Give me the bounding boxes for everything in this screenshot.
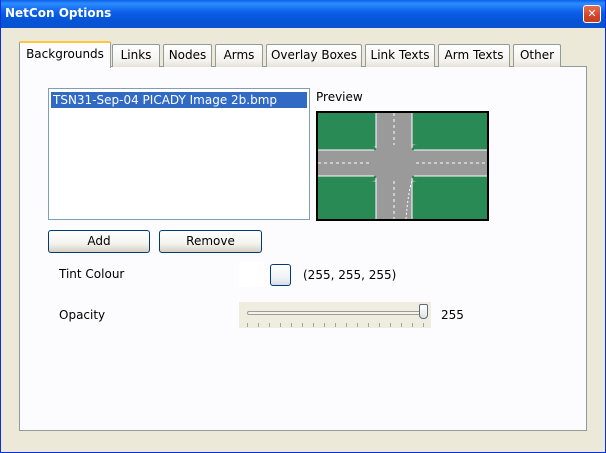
close-icon: ✕ xyxy=(587,7,597,20)
slider-tick xyxy=(379,323,380,327)
list-item[interactable]: TSN31-Sep-04 PICADY Image 2b.bmp xyxy=(51,92,307,108)
slider-tick xyxy=(313,323,314,327)
opacity-value: 255 xyxy=(441,308,464,322)
tab-label: Links xyxy=(120,48,152,62)
tab-nodes[interactable]: Nodes xyxy=(163,44,212,67)
slider-tick xyxy=(401,323,402,327)
tab-arm-texts[interactable]: Arm Texts xyxy=(438,44,510,67)
slider-tick xyxy=(335,323,336,327)
tint-colour-value: (255, 255, 255) xyxy=(303,268,397,282)
tab-label: Other xyxy=(519,48,555,62)
options-window: NetCon Options ✕ Backgrounds Links Nodes… xyxy=(0,0,606,453)
slider-tick xyxy=(258,323,259,327)
tab-links[interactable]: Links xyxy=(112,44,160,67)
tab-overlay-boxes[interactable]: Overlay Boxes xyxy=(266,44,362,67)
tab-link-texts[interactable]: Link Texts xyxy=(365,44,435,67)
tab-label: Link Texts xyxy=(370,48,430,62)
tab-arms[interactable]: Arms xyxy=(215,44,263,67)
slider-tick xyxy=(291,323,292,327)
road-junction-image xyxy=(318,113,487,219)
remove-button-label: Remove xyxy=(186,234,235,248)
slider-tick xyxy=(324,323,325,327)
add-button[interactable]: Add xyxy=(48,230,150,253)
tint-colour-label: Tint Colour xyxy=(59,267,125,281)
tab-other[interactable]: Other xyxy=(513,44,561,67)
slider-tick xyxy=(346,323,347,327)
background-file-list[interactable]: TSN31-Sep-04 PICADY Image 2b.bmp xyxy=(48,88,310,220)
opacity-label: Opacity xyxy=(59,308,106,322)
slider-tick xyxy=(302,323,303,327)
close-button[interactable]: ✕ xyxy=(583,5,601,23)
tab-label: Backgrounds xyxy=(26,47,104,61)
tab-label: Overlay Boxes xyxy=(270,48,358,62)
slider-tick xyxy=(357,323,358,327)
slider-thumb[interactable] xyxy=(418,304,428,319)
window-title: NetCon Options xyxy=(5,6,112,20)
tint-colour-picker-button[interactable] xyxy=(270,264,291,286)
tab-backgrounds[interactable]: Backgrounds xyxy=(19,41,111,68)
tab-label: Nodes xyxy=(168,48,207,62)
slider-track xyxy=(247,311,423,315)
remove-button[interactable]: Remove xyxy=(159,230,262,253)
slider-tick xyxy=(423,323,424,327)
add-button-label: Add xyxy=(87,234,111,248)
slider-tick xyxy=(390,323,391,327)
preview-image xyxy=(316,111,489,221)
title-bar[interactable]: NetCon Options ✕ xyxy=(1,0,605,28)
tab-label: Arm Texts xyxy=(444,48,504,62)
tint-colour-swatch xyxy=(239,262,264,287)
preview-label: Preview xyxy=(316,90,363,104)
opacity-slider[interactable] xyxy=(239,302,431,328)
tab-label: Arms xyxy=(223,48,255,62)
slider-tick xyxy=(368,323,369,327)
slider-tick xyxy=(247,323,248,327)
slider-tick xyxy=(269,323,270,327)
slider-tick xyxy=(412,323,413,327)
slider-tick xyxy=(280,323,281,327)
